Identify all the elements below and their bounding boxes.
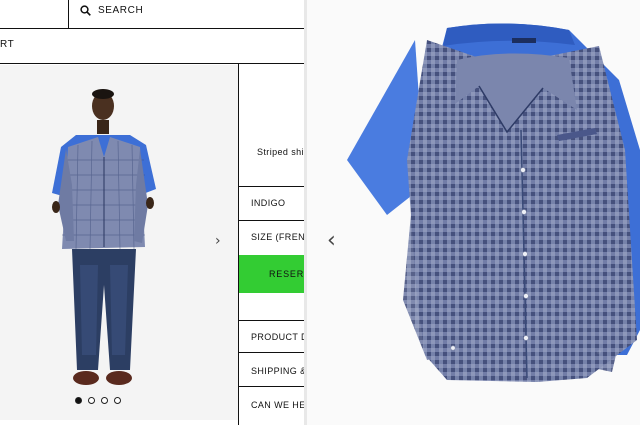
divider xyxy=(239,352,306,353)
search-icon xyxy=(80,5,91,16)
carousel-dot[interactable] xyxy=(88,397,95,404)
carousel-dot[interactable] xyxy=(101,397,108,404)
chevron-right-icon[interactable]: › xyxy=(215,233,221,249)
search-button[interactable]: SEARCH xyxy=(80,5,143,16)
size-selector[interactable]: SIZE (FRENC xyxy=(251,232,306,242)
product-page-screenshot: SEARCH RT › Striped shi INDIGO SIZE (FRE… xyxy=(0,0,306,425)
reserve-label: RESER xyxy=(269,269,305,279)
product-name: Striped shi xyxy=(257,147,304,157)
divider xyxy=(239,386,306,387)
breadcrumb[interactable]: RT xyxy=(0,39,14,50)
search-label: SEARCH xyxy=(98,5,144,16)
divider xyxy=(239,186,306,187)
carousel-dot[interactable] xyxy=(114,397,121,404)
divider xyxy=(239,320,306,321)
shipping-link[interactable]: SHIPPING & xyxy=(251,366,306,376)
header-divider xyxy=(0,28,306,29)
header-separator xyxy=(68,0,69,28)
divider xyxy=(239,220,306,221)
product-info-panel: Striped shi INDIGO SIZE (FRENC RESER PRO… xyxy=(239,65,306,425)
color-label[interactable]: INDIGO xyxy=(251,198,285,208)
carousel-dots xyxy=(75,397,121,404)
help-link[interactable]: CAN WE HE xyxy=(251,400,306,410)
product-image-model xyxy=(0,65,238,420)
reserve-button[interactable]: RESER xyxy=(239,255,306,293)
carousel-dot[interactable] xyxy=(75,397,82,404)
product-details-link[interactable]: PRODUCT D xyxy=(251,332,306,342)
shirt-closeup-image: ‹ xyxy=(307,0,640,425)
breadcrumb-divider xyxy=(0,63,306,64)
